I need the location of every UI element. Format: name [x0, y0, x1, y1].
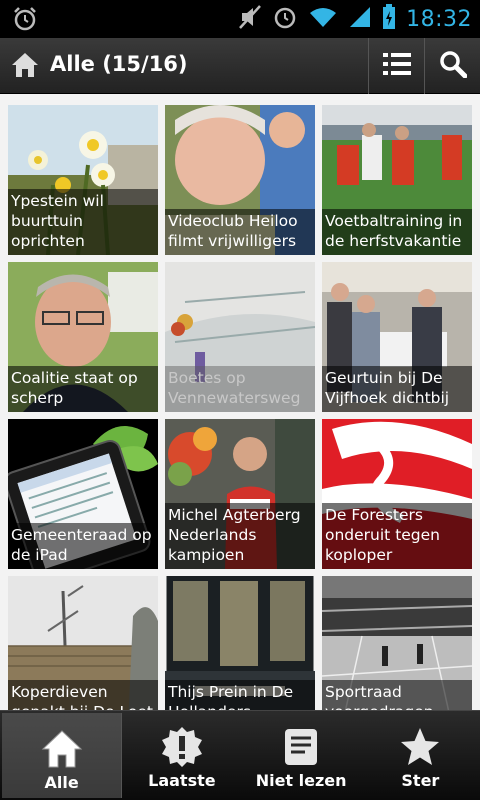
signal-icon [348, 5, 372, 33]
article-caption: Boetes op Vennewatersweg [165, 366, 315, 412]
article-tile[interactable]: Videoclub Heiloo filmt vrijwilligers [165, 105, 315, 255]
nav-item-ster[interactable]: Ster [361, 711, 480, 800]
status-bar: 18:32 [0, 0, 480, 38]
home-icon [40, 727, 84, 771]
star-icon [398, 725, 442, 769]
article-tile[interactable]: Sportraad voorgedragen [322, 576, 472, 710]
article-caption: Thijs Prein in De Hollanders [165, 680, 315, 710]
article-caption: Voetbaltraining in de herfstvakantie [322, 209, 472, 255]
wifi-icon [308, 5, 338, 33]
article-caption: Geurtuin bij De Vijfhoek dichtbij [322, 366, 472, 412]
article-tile[interactable]: Voetbaltraining in de herfstvakantie [322, 105, 472, 255]
nav-label: Alle [44, 773, 79, 792]
article-tile[interactable]: Thijs Prein in De Hollanders [165, 576, 315, 710]
nav-label: Niet lezen [255, 771, 347, 790]
nav-label: Laatste [148, 771, 216, 790]
unread-icon [279, 725, 323, 769]
mute-icon [238, 4, 262, 34]
action-bar: Alle (15/16) [0, 38, 480, 94]
article-tile[interactable]: Koperdieven gepakt bij De Loet [8, 576, 158, 710]
home-icon[interactable] [10, 50, 40, 80]
article-tile[interactable]: Gemeenteraad op de iPad [8, 419, 158, 569]
article-caption: Sportraad voorgedragen [322, 680, 472, 710]
article-grid: Ypestein wil buurttuin oprichten Videocl… [0, 94, 480, 710]
search-icon [439, 50, 467, 82]
article-caption: Ypestein wil buurttuin oprichten [8, 189, 158, 255]
article-caption: Videoclub Heiloo filmt vrijwilligers [165, 209, 315, 255]
article-caption: Koperdieven gepakt bij De Loet [8, 680, 158, 710]
nav-item-niet-lezen[interactable]: Niet lezen [242, 711, 361, 800]
article-tile[interactable]: Boetes op Vennewatersweg [165, 262, 315, 412]
article-tile[interactable]: De Foresters onderuit tegen koploper [322, 419, 472, 569]
page-title: Alle (15/16) [50, 52, 188, 76]
article-tile[interactable]: Michel Agterberg Nederlands kampioen [165, 419, 315, 569]
alarm-clock-icon [272, 4, 298, 34]
bottom-navigation: Alle Laatste Niet lezen Ster [0, 710, 480, 800]
nav-item-laatste[interactable]: Laatste [122, 711, 241, 800]
nav-item-alle[interactable]: Alle [2, 713, 123, 798]
article-caption: Gemeenteraad op de iPad [8, 523, 158, 569]
article-caption: Coalitie staat op scherp [8, 366, 158, 412]
article-caption: De Foresters onderuit tegen koploper [322, 503, 472, 569]
article-tile[interactable]: Geurtuin bij De Vijfhoek dichtbij [322, 262, 472, 412]
list-icon [382, 52, 411, 80]
article-tile[interactable]: Coalitie staat op scherp [8, 262, 158, 412]
battery-charging-icon [382, 4, 396, 34]
list-view-button[interactable] [368, 38, 424, 94]
alarm-icon [12, 6, 38, 32]
article-tile[interactable]: Ypestein wil buurttuin oprichten [8, 105, 158, 255]
alert-icon [160, 725, 204, 769]
article-caption: Michel Agterberg Nederlands kampioen [165, 503, 315, 569]
search-button[interactable] [424, 38, 480, 94]
clock-time: 18:32 [406, 6, 472, 32]
nav-label: Ster [401, 771, 440, 790]
